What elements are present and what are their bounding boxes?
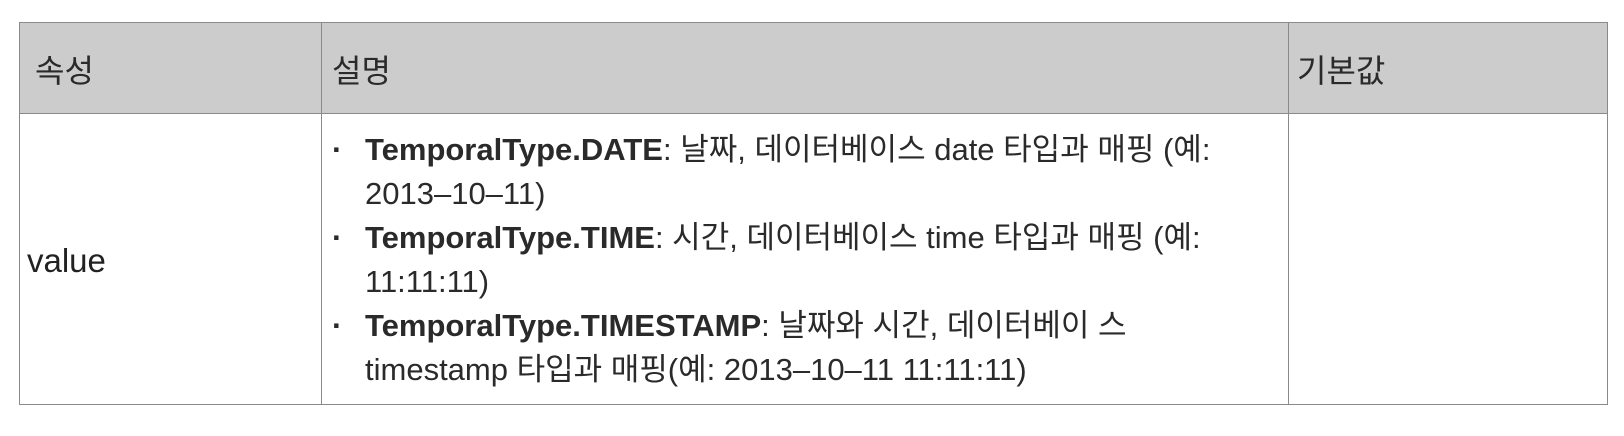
default-cell	[1288, 113, 1608, 405]
bullet-icon: ·	[332, 220, 343, 255]
list-item: · TemporalType.TIMESTAMP: 날짜와 시간, 데이터베이 …	[322, 304, 1225, 392]
bullet-icon: ·	[332, 132, 343, 167]
list-item: · TemporalType.TIME: 시간, 데이터베이스 time 타입과…	[322, 216, 1225, 304]
attribute-table: 속성 설명 기본값 value · TemporalType.DATE: 날짜,…	[19, 22, 1608, 405]
header-attribute: 속성	[19, 22, 322, 114]
table-header-row: 속성 설명 기본값	[19, 22, 1608, 114]
header-description: 설명	[321, 22, 1289, 114]
header-default: 기본값	[1288, 22, 1608, 114]
attribute-cell: value	[19, 113, 322, 405]
item-term: TemporalType.TIMESTAMP	[365, 308, 762, 343]
description-list: · TemporalType.DATE: 날짜, 데이터베이스 date 타입과…	[322, 114, 1288, 404]
table-row: value · TemporalType.DATE: 날짜, 데이터베이스 da…	[19, 113, 1608, 405]
bullet-icon: ·	[332, 308, 343, 343]
item-term: TemporalType.DATE	[365, 132, 663, 167]
description-cell: · TemporalType.DATE: 날짜, 데이터베이스 date 타입과…	[321, 113, 1289, 405]
list-item: · TemporalType.DATE: 날짜, 데이터베이스 date 타입과…	[322, 128, 1225, 216]
item-term: TemporalType.TIME	[365, 220, 655, 255]
